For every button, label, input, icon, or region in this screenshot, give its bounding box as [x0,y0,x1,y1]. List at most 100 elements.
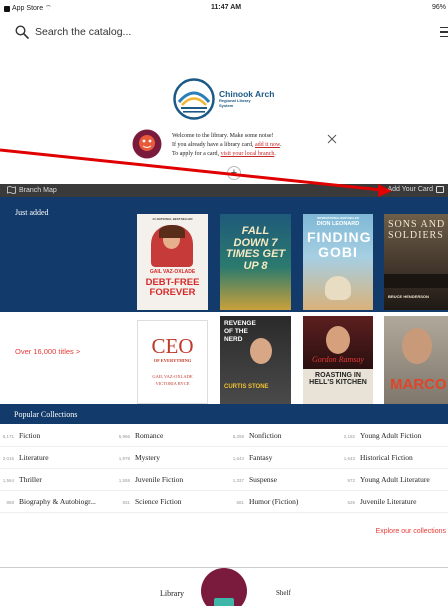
over-16000-titles-link[interactable]: Over 16,000 titles > [15,347,80,356]
welcome-line-2-text: If you already have a library card, [172,142,255,148]
collection-count: 526 [347,500,355,505]
nav-center-button[interactable] [201,568,247,606]
book-author: BRUCE HENDERSON [388,294,429,299]
collection-young-adult-literature[interactable]: 972 Young Adult Literature [341,475,429,484]
back-to-app-store[interactable]: App Store ⌔ [4,4,52,13]
status-bar: App Store ⌔ 11:47 AM 96% [0,0,448,16]
nav-shelf-tab[interactable]: Shelf [276,589,291,597]
dog-photo [325,276,351,300]
nav-library-tab[interactable]: Library [160,589,184,598]
collection-count: 6,171 [2,434,14,439]
collection-count: 1,337 [232,478,244,483]
search-icon[interactable] [15,25,29,39]
collection-biography[interactable]: 858 Biography & Autobiogr... [0,497,96,506]
chef-photo [250,338,272,364]
book-cover[interactable]: #1 NATIONAL BESTSELLER GAIL VAZ-OXLADE D… [137,214,208,310]
search-input[interactable] [35,23,335,41]
book-top-line: #1 NATIONAL BESTSELLER [152,217,193,221]
collection-row: 2,015 Literature 1,978 Mystery 1,644 Fantas… [0,447,448,469]
collection-name: Romance [135,431,164,440]
collection-count: 972 [347,478,355,483]
collection-count: 1,978 [118,456,130,461]
collection-count: 2,152 [343,434,355,439]
battery-indicator: 96% [432,4,446,11]
book-top-line: INTERNATIONAL BESTSELLER [317,216,359,220]
book-author-2: VICTORIA RYCE [155,381,190,386]
battery-percent: 96% [431,4,446,11]
collection-count: 1,644 [232,456,244,461]
add-card-label: Add Your Card [387,186,433,193]
collection-name: Thriller [19,475,42,484]
logo-title: Chinook Arch [219,88,275,99]
collection-humor-fiction[interactable]: 581 Humor (Fiction) [230,497,298,506]
book-cover[interactable]: Gordon Ramsay ROASTING IN HELL'S KITCHEN [303,316,373,404]
book-subtitle: OF EVERYTHING [153,358,192,363]
collection-count: 831 [122,500,130,505]
collection-count: 858 [6,500,14,505]
book-title: CEO [151,334,194,358]
collection-mystery[interactable]: 1,978 Mystery [116,453,160,462]
collection-romance[interactable]: 5,966 Romance [116,431,164,440]
welcome-notice: Welcome to the library. Make some noise!… [132,127,342,167]
collection-count: 1,643 [343,456,355,461]
collection-count: 5,259 [232,434,244,439]
add-your-card-button[interactable]: Add Your Card [387,186,444,193]
collection-name: Fiction [19,431,41,440]
collection-science-fiction[interactable]: 831 Science Fiction [116,497,181,506]
collection-literature[interactable]: 2,015 Literature [0,453,49,462]
logo-subtitle-2: System [219,103,234,109]
book-cover[interactable]: CEO OF EVERYTHING GAIL VAZ-OXLADE VICTOR… [137,320,208,404]
book-title: DEBT-FREE FOREVER [145,277,200,298]
collection-name: Juvenile Fiction [135,475,184,484]
collection-row: 6,171 Fiction 5,966 Romance 5,259 Nonfictio… [0,425,448,447]
collection-name: Suspense [249,475,277,484]
collection-count: 5,966 [118,434,130,439]
card-icon [436,186,444,193]
bottom-nav: Library Shelf [0,567,448,606]
book-cover[interactable]: REVENGE OF THE NERD CURTIS STONE [220,316,291,404]
visit-branch-link[interactable]: visit your local branch [221,151,275,157]
menu-icon[interactable] [440,27,448,37]
welcome-line-3-end: . [274,151,276,157]
hair [159,225,185,238]
popular-collections-header: Popular Collections [0,404,448,424]
collection-row: 858 Biography & Autobiogr... 831 Science F… [0,491,448,513]
collection-count: 1,564 [2,478,14,483]
book-cover[interactable]: MARCO [384,316,448,404]
collection-count: 2,015 [2,456,14,461]
close-icon[interactable] [327,134,337,144]
soldiers-silhouette [384,274,448,288]
back-app-label: App Store [12,5,44,12]
collection-fiction[interactable]: 6,171 Fiction [0,431,41,440]
welcome-line-1: Welcome to the library. Make some noise! [172,133,274,139]
welcome-line-2: If you already have a library card, add … [172,141,281,150]
book-author: Gordon Ramsay [312,355,364,364]
collection-name: Biography & Autobiogr... [19,497,96,506]
collection-name: Fantasy [249,453,273,462]
collection-juvenile-literature[interactable]: 526 Juvenile Literature [341,497,416,506]
book-cover[interactable]: FALL DOWN 7 TIMES GET UP 8 [220,214,291,310]
branch-map-button[interactable]: Branch Map [7,186,57,194]
search-bar [0,22,448,44]
welcome-line-3-text: To apply for a card, [172,151,221,157]
collection-fantasy[interactable]: 1,644 Fantasy [230,453,273,462]
collection-thriller[interactable]: 1,564 Thriller [0,475,42,484]
book-cover[interactable]: SONS AND SOLDIERS BRUCE HENDERSON [384,214,448,310]
library-logo[interactable]: Chinook Arch Regional Library System [173,78,274,120]
branch-bar: Branch Map Add Your Card [0,184,448,197]
add-card-link[interactable]: add it now [255,142,280,148]
collection-nonfiction[interactable]: 5,259 Nonfiction [230,431,282,440]
collection-historical-fiction[interactable]: 1,643 Historical Fiction [341,453,413,462]
explore-collections-link[interactable]: Explore our collections [376,528,446,535]
collection-name: Nonfiction [249,431,282,440]
collection-juvenile-fiction[interactable]: 1,558 Juvenile Fiction [116,475,183,484]
book-author: GAIL VAZ-OXLADE [149,269,196,275]
collection-name: Mystery [135,453,160,462]
book-title: MARCO [390,376,447,393]
library-mascot-icon [132,129,162,159]
collection-suspense[interactable]: 1,337 Suspense [230,475,277,484]
collection-young-adult-fiction[interactable]: 2,152 Young Adult Fiction [341,431,422,440]
book-cover[interactable]: INTERNATIONAL BESTSELLER DION LEONARD FI… [303,214,373,310]
book-title: SONS AND SOLDIERS [388,219,446,241]
add-plus-icon[interactable]: + [227,166,241,180]
